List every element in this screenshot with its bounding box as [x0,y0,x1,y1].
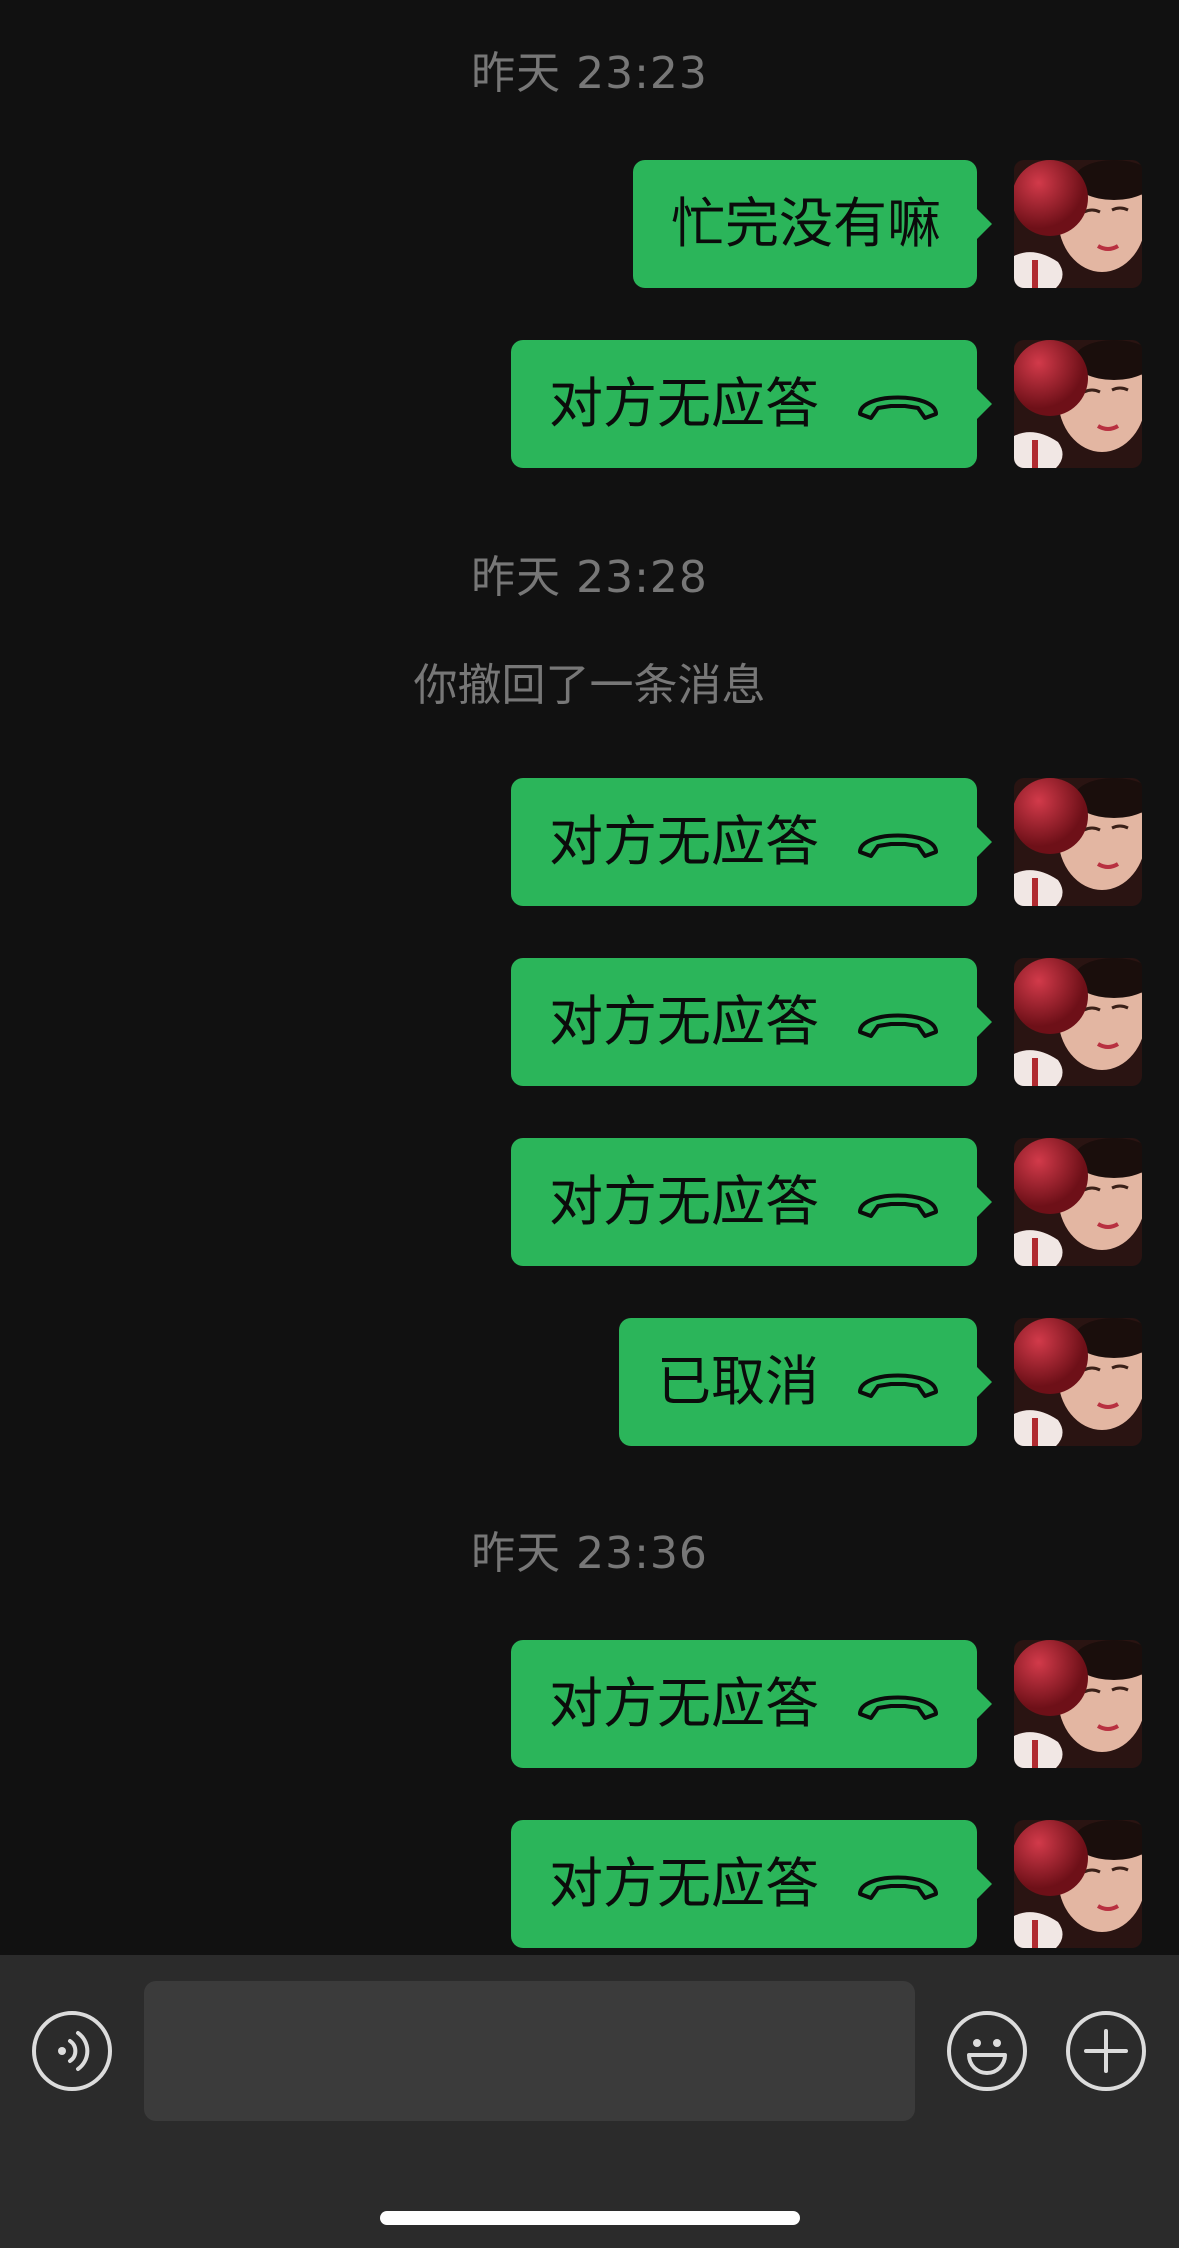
phone-hangup-icon [858,1373,938,1398]
avatar[interactable] [1014,160,1142,288]
plus-icon [1084,2029,1128,2073]
phone-hangup-icon [858,1875,938,1900]
call-record-bubble[interactable]: 对方无应答 [511,340,992,468]
call-status-text: 对方无应答 [549,1672,819,1735]
call-status-text: 已取消 [657,1350,819,1413]
avatar-image [1014,1640,1142,1768]
timestamp: 昨天 23:23 [471,48,708,99]
call-record-bubble[interactable]: 对方无应答 [511,1820,992,1948]
avatar-image [1014,958,1142,1086]
avatar-image [1014,160,1142,288]
avatar[interactable] [1014,778,1142,906]
voice-icon [58,2031,90,2071]
chat-area[interactable]: 昨天 23:23 忙完没有嘛 对方无应答 昨天 23:28 你撤回了一条消息 对… [0,0,1179,1955]
message-text: 忙完没有嘛 [671,192,941,255]
avatar[interactable] [1014,1820,1142,1948]
phone-hangup-icon [858,395,938,420]
avatar[interactable] [1014,1318,1142,1446]
recall-notice: 你撤回了一条消息 [413,660,766,711]
avatar-image [1014,340,1142,468]
timestamp: 昨天 23:28 [471,552,708,603]
message-bubble[interactable]: 忙完没有嘛 [633,160,992,288]
call-status-text: 对方无应答 [549,1170,819,1233]
avatar-image [1014,1318,1142,1446]
phone-hangup-icon [858,1013,938,1038]
call-status-text: 对方无应答 [549,372,819,435]
avatar[interactable] [1014,958,1142,1086]
phone-hangup-icon [858,1193,938,1218]
home-indicator[interactable] [380,2211,800,2225]
phone-hangup-icon [858,1695,938,1720]
avatar-image [1014,778,1142,906]
avatar[interactable] [1014,1640,1142,1768]
emoji-icon [967,2039,1007,2075]
call-status-text: 对方无应答 [549,1852,819,1915]
call-record-bubble[interactable]: 对方无应答 [511,958,992,1086]
avatar-image [1014,1138,1142,1266]
voice-button[interactable] [32,2011,112,2091]
timestamp: 昨天 23:36 [471,1528,708,1579]
emoji-button[interactable] [947,2011,1027,2091]
call-record-bubble[interactable]: 对方无应答 [511,778,992,906]
avatar[interactable] [1014,340,1142,468]
call-record-bubble[interactable]: 已取消 [619,1318,992,1446]
input-bar [0,1955,1179,2248]
call-status-text: 对方无应答 [549,810,819,873]
avatar[interactable] [1014,1138,1142,1266]
plus-button[interactable] [1066,2011,1146,2091]
phone-hangup-icon [858,833,938,858]
avatar-image [1014,1820,1142,1948]
call-record-bubble[interactable]: 对方无应答 [511,1640,992,1768]
message-input[interactable] [144,1981,915,2121]
call-record-bubble[interactable]: 对方无应答 [511,1138,992,1266]
call-status-text: 对方无应答 [549,990,819,1053]
